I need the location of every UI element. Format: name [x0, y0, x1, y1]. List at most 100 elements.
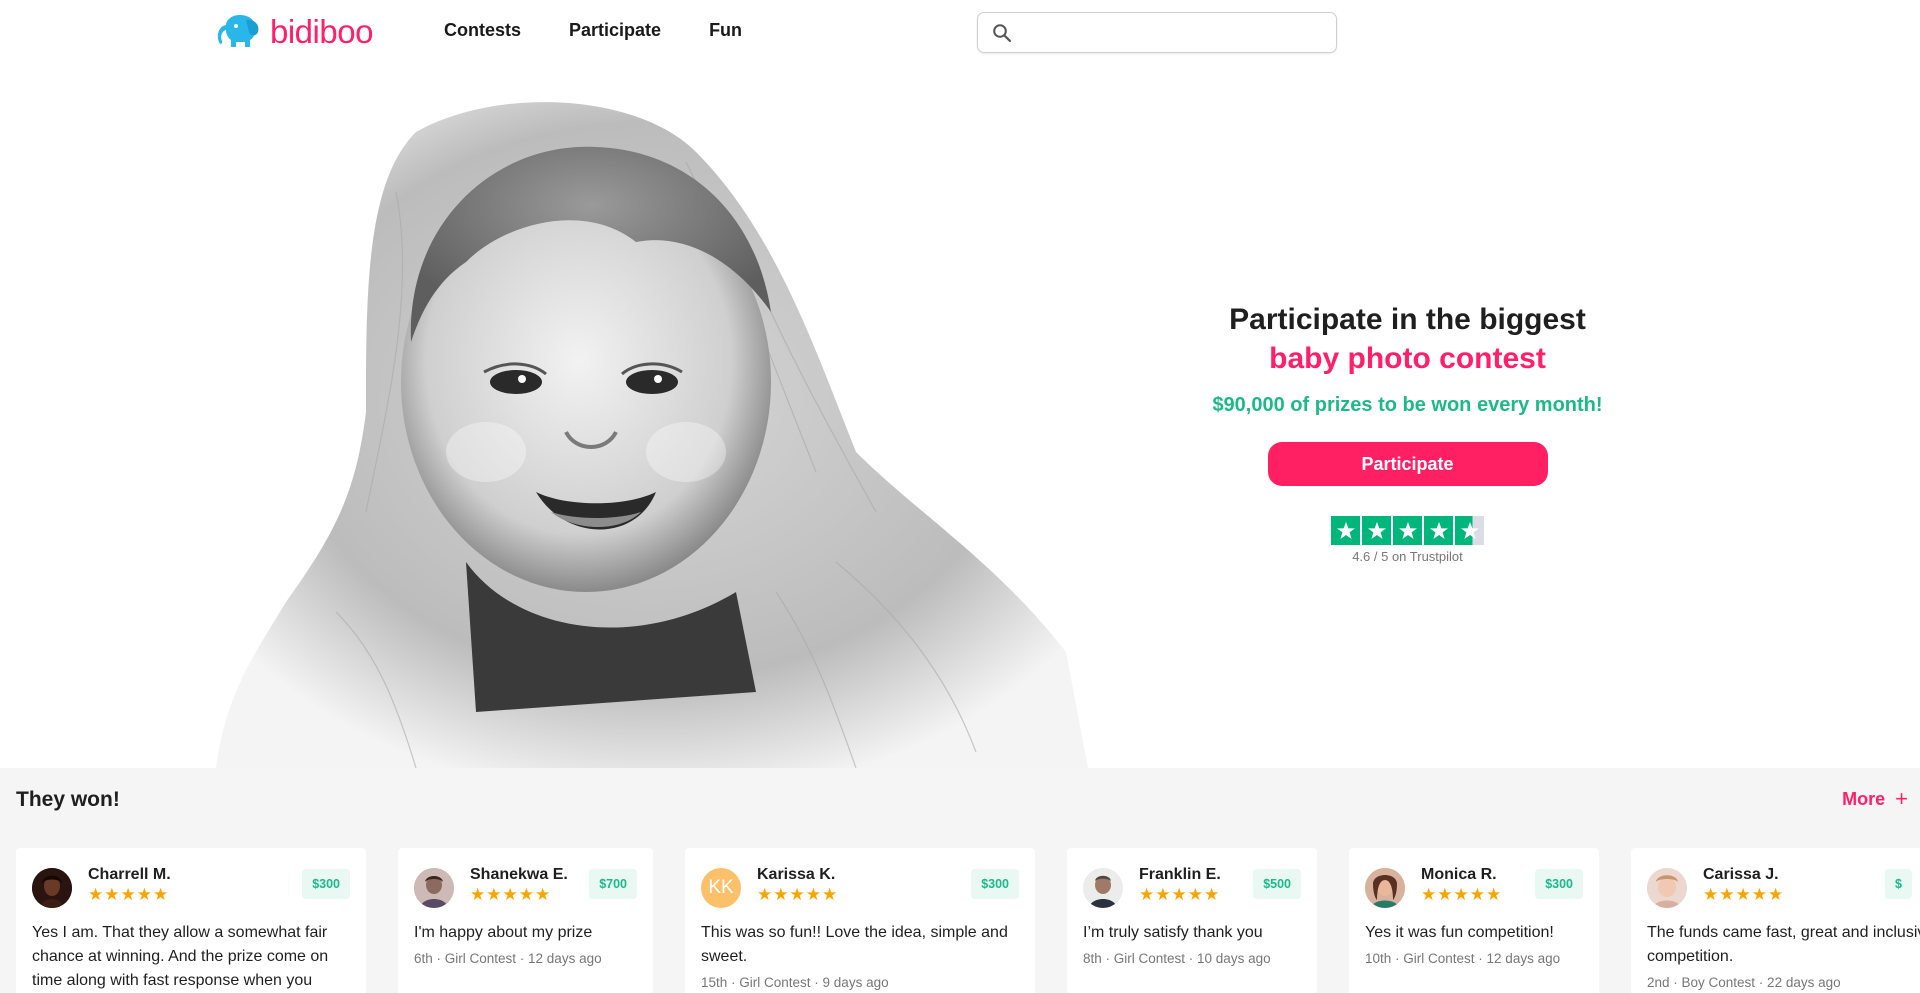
rating-star-icon: ★: [1437, 885, 1453, 904]
winner-card[interactable]: Franklin E. ★ ★ ★ ★ ★ $500 I’m truly satisfy…: [1067, 848, 1317, 993]
trustpilot-widget[interactable]: 4.6 / 5 on Trustpilot: [1150, 516, 1665, 564]
review-text: Yes I am. That they allow a somewhat fai…: [32, 924, 329, 989]
review-text: This was so fun!! Love the idea, simple …: [701, 924, 1008, 965]
winner-name: Carissa J.: [1703, 866, 1779, 883]
rating-star-icon: ★: [1486, 885, 1502, 904]
rating-star-icon: ★: [502, 885, 518, 904]
rating-star-icon: ★: [1719, 885, 1735, 904]
rating-star-icon: ★: [1421, 885, 1437, 904]
rating-star-icon: ★: [1768, 885, 1784, 904]
winner-card[interactable]: KK Karissa K. ★ ★ ★ ★ ★ $300 This was so fun…: [685, 848, 1035, 993]
winner-name: Monica R.: [1421, 866, 1497, 883]
winners-title: They won!: [16, 788, 120, 811]
winner-name: Charrell M.: [88, 866, 171, 883]
prize-badge: $300: [1535, 869, 1583, 899]
rating-star-icon: ★: [518, 885, 534, 904]
review-meta: 10th · Girl Contest · 12 days ago: [1365, 951, 1561, 966]
prize-badge: $: [1885, 869, 1912, 899]
main-nav: Contests Participate Fun: [444, 20, 742, 41]
star-rating: ★ ★ ★ ★ ★: [1421, 886, 1501, 903]
more-winners-link[interactable]: More +: [1842, 788, 1908, 810]
rating-star-icon: ★: [535, 885, 551, 904]
avatar: [1083, 868, 1123, 908]
avatar: [1647, 868, 1687, 908]
rating-star-icon: ★: [1469, 885, 1485, 904]
winners-section: They won! More + Charrell M. ★ ★ ★ ★ ★ $300 …: [0, 768, 1920, 993]
winner-name: Shanekwa E.: [470, 866, 568, 883]
rating-star-icon: ★: [1735, 885, 1751, 904]
avatar: KK: [701, 868, 741, 908]
hero-title-line1: Participate in the biggest: [1229, 303, 1586, 336]
search-box[interactable]: [977, 12, 1337, 53]
rating-star-icon: ★: [1751, 885, 1767, 904]
rating-star-icon: ★: [1171, 885, 1187, 904]
review-text: Yes it was fun competition!: [1365, 924, 1554, 941]
review-meta: 15th · Girl Contest · 9 days ago: [701, 975, 889, 990]
hero-prize-text: $90,000 of prizes to be won every month!: [1212, 394, 1603, 416]
review-text: I'm happy about my prize: [414, 924, 593, 941]
nav-contests[interactable]: Contests: [444, 20, 521, 41]
prize-badge: $500: [1253, 869, 1301, 899]
rating-star-icon: ★: [104, 885, 120, 904]
review-meta: 2nd · Boy Contest · 22 days ago: [1647, 975, 1841, 990]
star-rating: ★ ★ ★ ★ ★: [1139, 886, 1219, 903]
prize-badge: $300: [971, 869, 1019, 899]
rating-star-icon: ★: [88, 885, 104, 904]
winner-card[interactable]: Charrell M. ★ ★ ★ ★ ★ $300 Yes I am. That th…: [16, 848, 366, 993]
trustpilot-star-icon: [1424, 516, 1453, 545]
rating-star-icon: ★: [486, 885, 502, 904]
winner-name: Karissa K.: [757, 866, 836, 883]
rating-star-icon: ★: [120, 885, 136, 904]
rating-star-icon: ★: [1453, 885, 1469, 904]
trustpilot-star-icon: [1393, 516, 1422, 545]
plus-icon: +: [1895, 786, 1908, 811]
prize-badge: $700: [589, 869, 637, 899]
star-rating: ★ ★ ★ ★ ★: [88, 886, 168, 903]
rating-star-icon: ★: [1187, 885, 1203, 904]
prize-badge: $300: [302, 869, 350, 899]
search-input[interactable]: [1022, 19, 1322, 47]
nav-fun[interactable]: Fun: [709, 20, 742, 41]
rating-star-icon: ★: [789, 885, 805, 904]
elephant-logo-icon: [217, 14, 259, 47]
participate-button[interactable]: Participate: [1267, 442, 1548, 486]
star-rating: ★ ★ ★ ★ ★: [757, 886, 837, 903]
hero-title-accent: baby photo contest: [1269, 342, 1546, 375]
nav-participate[interactable]: Participate: [569, 20, 661, 41]
hero-text-block: Participate in the biggest baby photo co…: [1150, 300, 1665, 564]
hero-title: Participate in the biggest baby photo co…: [1150, 300, 1665, 378]
avatar: [32, 868, 72, 908]
winner-card[interactable]: Carissa J. ★ ★ ★ ★ ★ $ The funds came fast, …: [1631, 848, 1920, 993]
rating-star-icon: ★: [1155, 885, 1171, 904]
review-text: I’m truly satisfy thank you: [1083, 924, 1263, 941]
header: bidiboo Contests Participate Fun: [0, 0, 1920, 64]
review-meta: 8th · Girl Contest · 10 days ago: [1083, 951, 1271, 966]
winner-card[interactable]: Monica R. ★ ★ ★ ★ ★ $300 Yes it was fun comp…: [1349, 848, 1599, 993]
search-icon: [993, 24, 1012, 43]
rating-star-icon: ★: [757, 885, 773, 904]
rating-star-icon: ★: [805, 885, 821, 904]
review-meta: 6th · Girl Contest · 12 days ago: [414, 951, 602, 966]
winner-card[interactable]: Shanekwa E. ★ ★ ★ ★ ★ $700 I'm happy about m…: [398, 848, 653, 993]
star-rating: ★ ★ ★ ★ ★: [1703, 886, 1783, 903]
trustpilot-star-icon: [1331, 516, 1360, 545]
rating-star-icon: ★: [470, 885, 486, 904]
trustpilot-star-partial-icon: [1455, 516, 1484, 545]
avatar: [414, 868, 454, 908]
logo-link[interactable]: bidiboo: [216, 13, 373, 51]
star-rating: ★ ★ ★ ★ ★: [470, 886, 550, 903]
trustpilot-star-icon: [1362, 516, 1391, 545]
trustpilot-caption: 4.6 / 5 on Trustpilot: [1352, 549, 1463, 564]
rating-star-icon: ★: [1204, 885, 1220, 904]
trustpilot-stars: [1331, 516, 1484, 545]
rating-star-icon: ★: [822, 885, 838, 904]
rating-star-icon: ★: [1703, 885, 1719, 904]
rating-star-icon: ★: [773, 885, 789, 904]
rating-star-icon: ★: [136, 885, 152, 904]
more-label: More: [1842, 788, 1886, 809]
winner-name: Franklin E.: [1139, 866, 1221, 883]
avatar: [1365, 868, 1405, 908]
hero-baby-photo: [216, 102, 1088, 768]
rating-star-icon: ★: [153, 885, 169, 904]
avatar-initials: KK: [708, 877, 734, 898]
